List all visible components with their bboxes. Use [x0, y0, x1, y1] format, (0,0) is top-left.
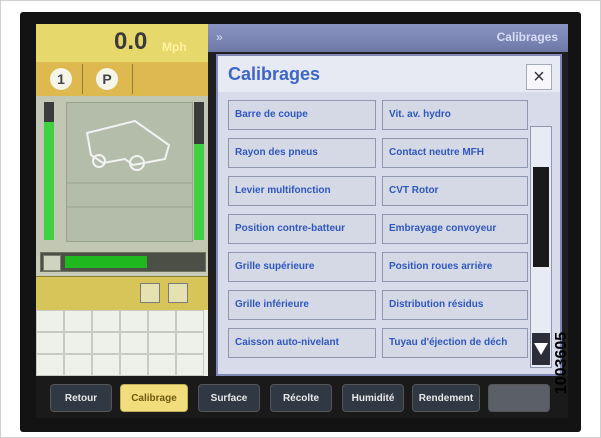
field-map [66, 102, 193, 242]
grid-cell [120, 354, 148, 376]
left-level-bar [44, 102, 54, 240]
nav-rendement[interactable]: Rendement [412, 384, 480, 412]
divider [132, 64, 133, 94]
grid-cell [92, 310, 120, 332]
nav-calibrage[interactable]: Calibrage [120, 384, 188, 412]
grid-cell [64, 310, 92, 332]
speed-value: 0.0 [114, 28, 148, 55]
title-symbol: » [216, 30, 223, 44]
status-grid [36, 310, 208, 376]
button-caisson-auto-nivelant[interactable]: Caisson auto-nivelant [228, 328, 376, 358]
nav-humidite[interactable]: Humidité [342, 384, 404, 412]
button-tuyau-ejection[interactable]: Tuyau d'éjection de déch [382, 328, 528, 358]
grid-cell [36, 354, 64, 376]
gear-row: 1 P [36, 62, 208, 96]
button-position-contre-batteur[interactable]: Position contre-batteur [228, 214, 376, 244]
gear-indicator-p: P [96, 68, 118, 90]
button-grille-inferieure[interactable]: Grille inférieure [228, 290, 376, 320]
grain-tank-progress [40, 252, 206, 272]
grid-cell [64, 354, 92, 376]
grid-cell [148, 354, 176, 376]
button-cvt-rotor[interactable]: CVT Rotor [382, 176, 528, 206]
button-embrayage-convoyeur[interactable]: Embrayage convoyeur [382, 214, 528, 244]
display-screen: 0.0 Mph 1 P » Calibrages Calibrages × Ba… [36, 24, 568, 418]
gear-indicator-1: 1 [50, 68, 72, 90]
scroll-down-icon[interactable] [532, 333, 550, 365]
button-contact-neutre-mfh[interactable]: Contact neutre MFH [382, 138, 528, 168]
combine-silhouette-icon [67, 119, 192, 208]
bottom-navigation: Retour Calibrage Surface Récolte Humidit… [36, 376, 568, 418]
grid-cell [120, 332, 148, 354]
dialog-scrollbar[interactable] [530, 126, 552, 368]
nav-disabled-button[interactable] [488, 384, 550, 412]
nav-retour[interactable]: Retour [50, 384, 112, 412]
progress-fill [65, 256, 147, 268]
divider [82, 64, 83, 94]
button-rayon-des-pneus[interactable]: Rayon des pneus [228, 138, 376, 168]
calibration-dialog: Calibrages × Barre de coupe Vit. av. hyd… [216, 54, 562, 376]
figure-code-text: 1003605 [553, 331, 571, 395]
button-vit-av-hydro[interactable]: Vit. av. hydro [382, 100, 528, 130]
scroll-thumb[interactable] [533, 167, 549, 267]
grid-cell [176, 310, 204, 332]
grid-cell [148, 332, 176, 354]
button-barre-de-coupe[interactable]: Barre de coupe [228, 100, 376, 130]
right-level-fill [194, 144, 204, 240]
button-levier-multifonction[interactable]: Levier multifonction [228, 176, 376, 206]
nav-recolte[interactable]: Récolte [270, 384, 332, 412]
button-grille-superieure[interactable]: Grille supérieure [228, 252, 376, 282]
grid-cell [120, 310, 148, 332]
top-title-bar: » Calibrages [208, 24, 568, 52]
grid-cell [36, 310, 64, 332]
nav-surface[interactable]: Surface [198, 384, 260, 412]
field-map-panel [36, 96, 208, 256]
left-status-panel: 0.0 Mph 1 P [36, 24, 208, 376]
button-position-roues-arriere[interactable]: Position roues arrière [382, 252, 528, 282]
button-distribution-residus[interactable]: Distribution résidus [382, 290, 528, 320]
grid-cell [176, 332, 204, 354]
tank-icon [43, 255, 61, 271]
dialog-header: Calibrages × [218, 56, 560, 92]
header-tilt-left-icon[interactable] [140, 283, 160, 303]
grid-cell [92, 332, 120, 354]
speed-unit: Mph [162, 40, 187, 54]
right-level-bar [194, 102, 204, 240]
window-title: Calibrages [496, 30, 558, 44]
grid-cell [64, 332, 92, 354]
header-tilt-right-icon[interactable] [168, 283, 188, 303]
grid-cell [36, 332, 64, 354]
close-button[interactable]: × [526, 64, 552, 90]
grid-cell [176, 354, 204, 376]
speedometer: 0.0 Mph [36, 24, 208, 62]
grid-cell [148, 310, 176, 332]
close-icon: × [533, 66, 545, 88]
grid-cell [92, 354, 120, 376]
figure-code: 1003605 [553, 300, 593, 426]
dialog-title: Calibrages [228, 64, 321, 84]
tool-strip [36, 276, 208, 311]
left-level-fill [44, 122, 54, 240]
